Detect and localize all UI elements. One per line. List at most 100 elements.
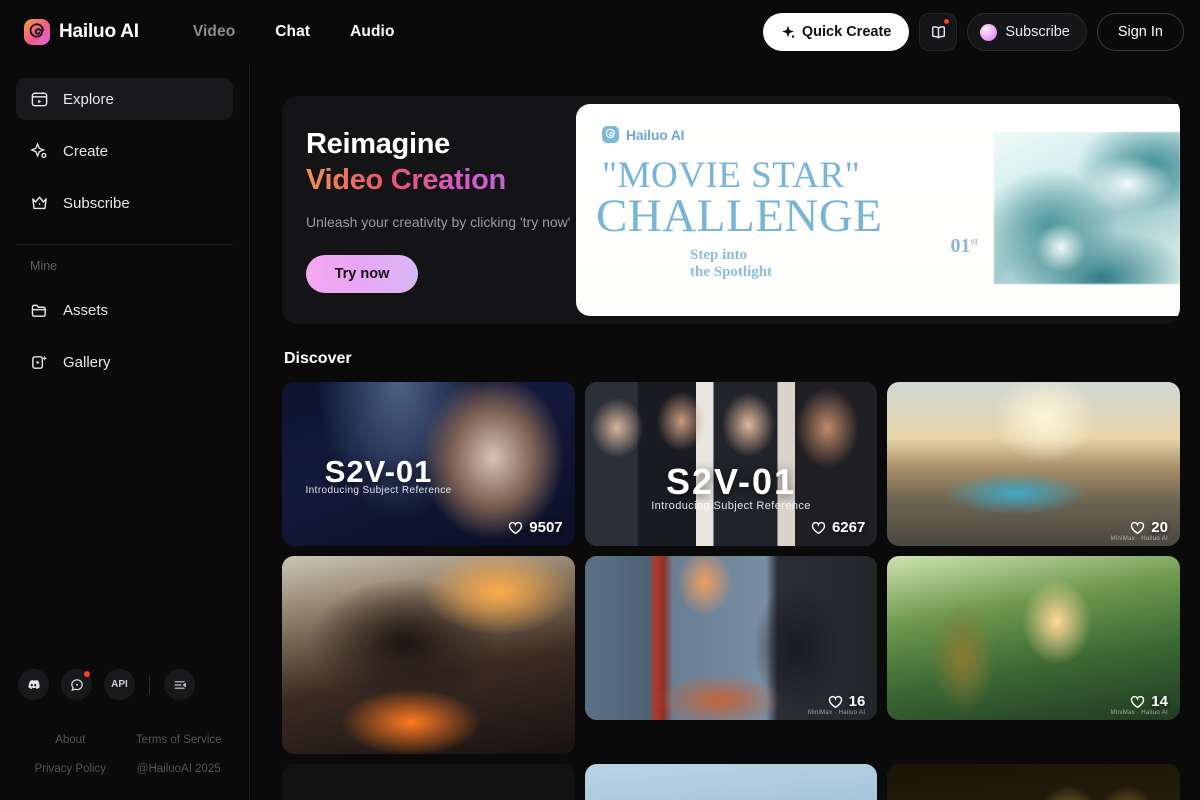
hero-text-block: Reimagine Video Creation Unleash your cr…	[282, 127, 576, 293]
nav-tab-video[interactable]: Video	[173, 15, 255, 49]
card-overlay-title: S2V-01	[665, 460, 797, 502]
folder-icon	[31, 304, 47, 317]
card-watermark: MiniMax · Hailuo AI	[1110, 536, 1168, 542]
feedback-button[interactable]	[61, 669, 92, 700]
body: Explore Create Subscribe Mine Assets Gal…	[0, 64, 1200, 800]
discord-icon	[28, 679, 40, 690]
banner-number-sup: ST	[970, 238, 978, 247]
card-like-count: 14	[1151, 693, 1168, 710]
sidebar-item-gallery-label: Gallery	[63, 353, 111, 371]
gallery-play-icon	[32, 355, 47, 369]
discover-card[interactable]	[887, 764, 1180, 800]
header-actions: Quick Create Subscribe Sign In	[762, 13, 1184, 51]
api-button[interactable]: API	[104, 669, 135, 700]
discord-button[interactable]	[18, 669, 49, 700]
hailuo-spiral-logo	[24, 19, 50, 45]
sidebar-legal: About Terms of Service Privacy Policy @H…	[16, 726, 233, 784]
heart-icon	[811, 521, 826, 534]
discover-card[interactable]: 20 MiniMax · Hailuo AI	[887, 382, 1180, 546]
brand[interactable]: Hailuo AI	[24, 19, 139, 45]
hero-subtitle: Unleash your creativity by clicking 'try…	[306, 214, 571, 231]
banner-tagline-1: Step into	[690, 246, 748, 263]
top-header: Hailuo AI Video Chat Audio Quick Create	[0, 0, 1200, 64]
sidebar-social-separator	[149, 675, 150, 694]
subscribe-label: Subscribe	[1005, 24, 1070, 40]
nav-tab-chat[interactable]: Chat	[255, 15, 330, 49]
banner-text-block: Hailuo AI "MOVIE STAR" CHALLENGE Step in…	[576, 104, 994, 316]
crown-icon	[32, 196, 47, 209]
card-like-count: 16	[848, 693, 866, 710]
try-now-button[interactable]: Try now	[306, 254, 418, 293]
banner-photo	[994, 132, 1180, 284]
sidebar-group-label: Mine	[30, 259, 58, 273]
legal-link-about[interactable]: About	[16, 726, 125, 755]
signin-button[interactable]: Sign In	[1096, 13, 1184, 51]
discover-card[interactable]: S2V-01 Introducing Subject Reference 950…	[282, 382, 575, 546]
sidebar-item-assets[interactable]: Assets	[16, 289, 233, 331]
card-like-count: 20	[1151, 519, 1168, 536]
sidebar: Explore Create Subscribe Mine Assets Gal…	[0, 64, 250, 800]
collapse-sidebar-button[interactable]	[164, 669, 195, 700]
app-root: Hailuo AI Video Chat Audio Quick Create	[0, 0, 1200, 800]
explore-calendar-play-icon	[31, 91, 48, 106]
sidebar-item-explore-label: Explore	[63, 90, 114, 108]
feedback-dot	[84, 671, 90, 677]
book-button[interactable]	[919, 13, 958, 51]
legal-link-terms[interactable]: Terms of Service	[125, 726, 234, 755]
heart-icon	[1131, 521, 1145, 534]
hero-banner: Reimagine Video Creation Unleash your cr…	[282, 96, 1180, 324]
card-likes[interactable]: 9507	[508, 519, 563, 536]
book-icon	[931, 25, 945, 39]
gem-orb-icon	[980, 23, 998, 41]
banner-brand-name: Hailuo AI	[626, 126, 685, 143]
banner-tagline-2: the Spotlight	[690, 264, 773, 281]
sidebar-item-gallery[interactable]: Gallery	[16, 341, 233, 383]
brand-name-main: Hailuo	[59, 21, 116, 42]
hero-banner-artwork[interactable]: Hailuo AI "MOVIE STAR" CHALLENGE Step in…	[576, 104, 1180, 316]
hero-title-line1: Reimagine	[306, 128, 450, 161]
card-likes[interactable]: 14	[1130, 693, 1168, 710]
sidebar-item-explore[interactable]: Explore	[16, 78, 233, 120]
sidebar-item-create-label: Create	[63, 142, 109, 160]
banner-number: 01	[950, 235, 971, 257]
subscribe-button[interactable]: Subscribe	[967, 13, 1087, 51]
card-watermark: MiniMax · Hailuo AI	[1110, 710, 1168, 716]
brand-name-suffix: AI	[120, 21, 139, 42]
sidebar-item-assets-label: Assets	[63, 301, 109, 319]
sparkle-icon	[30, 141, 47, 158]
discover-grid: S2V-01 Introducing Subject Reference 950…	[282, 382, 1180, 800]
hailuo-spiral-logo	[602, 126, 619, 143]
card-artwork	[282, 556, 575, 754]
collapse-sidebar-icon	[174, 680, 186, 689]
discover-card[interactable]: S2V-01 Introducing Subject Reference 626…	[584, 382, 878, 546]
legal-link-privacy[interactable]: Privacy Policy	[16, 755, 125, 784]
card-likes[interactable]: 20	[1130, 519, 1168, 536]
discover-card[interactable]	[282, 764, 575, 800]
sidebar-item-subscribe[interactable]: Subscribe	[16, 182, 233, 224]
banner-headline-2: CHALLENGE	[596, 189, 883, 242]
banner-brand: Hailuo AI	[602, 126, 994, 143]
legal-copyright: @HailuoAI 2025	[136, 763, 221, 775]
discover-card[interactable]	[584, 764, 878, 800]
sidebar-footer: API About Terms of Service Privacy Polic…	[16, 669, 233, 800]
sidebar-item-create[interactable]: Create	[16, 130, 233, 172]
heart-icon	[828, 695, 842, 708]
sidebar-social-row: API	[16, 669, 233, 700]
discover-card[interactable]	[282, 556, 575, 754]
card-artwork	[887, 764, 1180, 800]
sidebar-item-subscribe-label: Subscribe	[63, 194, 130, 212]
main-nav: Video Chat Audio	[173, 15, 415, 49]
quick-create-button[interactable]: Quick Create	[762, 13, 910, 51]
feedback-chat-icon	[70, 678, 83, 691]
nav-tab-audio[interactable]: Audio	[330, 15, 414, 49]
discover-card[interactable]: 14 MiniMax · Hailuo AI	[887, 556, 1180, 720]
card-likes[interactable]: 6267	[811, 519, 865, 536]
heart-icon	[1131, 695, 1145, 708]
card-artwork	[584, 764, 878, 800]
card-likes[interactable]: 16	[828, 693, 866, 710]
hero-title-line2: Video Creation	[306, 162, 576, 198]
brand-name: Hailuo AI	[59, 21, 139, 43]
card-like-count: 9507	[529, 519, 563, 536]
discover-card[interactable]: 16 MiniMax · Hailuo AI	[584, 556, 878, 720]
notification-dot	[944, 19, 950, 24]
